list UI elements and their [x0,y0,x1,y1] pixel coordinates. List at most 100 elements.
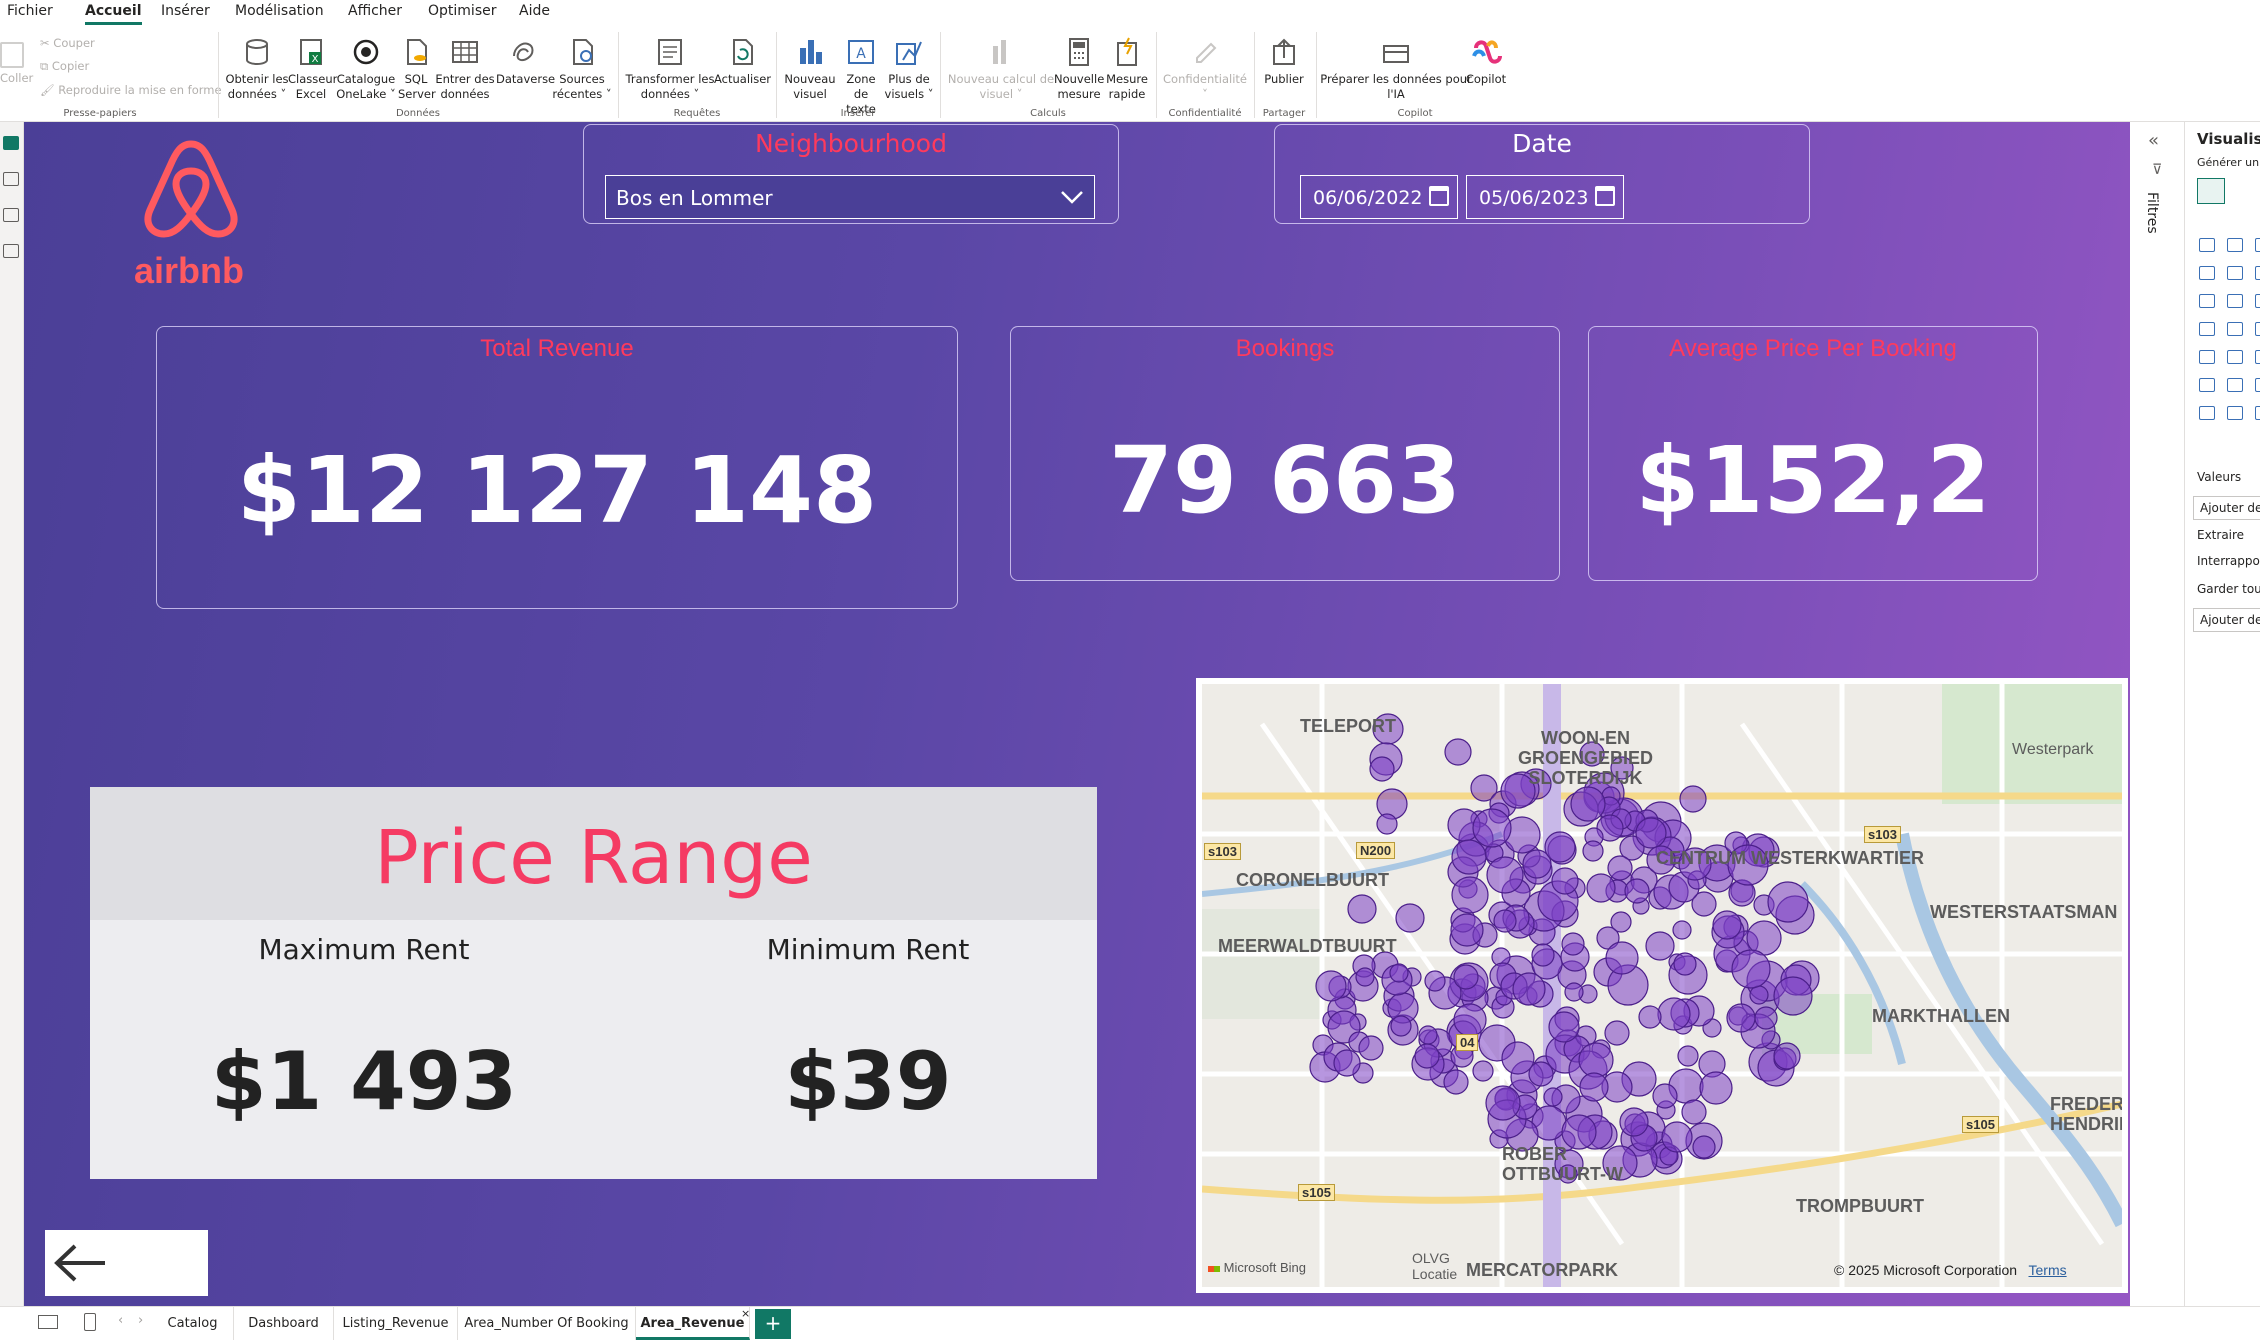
map-bubble[interactable] [1453,964,1479,990]
tab-dashboard[interactable]: Dashboard [234,1307,334,1340]
map-bubble[interactable] [1358,1035,1384,1061]
onelake-button[interactable]: Catalogue OneLake ˅ [334,36,398,102]
map-bubble[interactable] [1486,856,1524,894]
visual-type-icon[interactable] [2199,294,2215,308]
visual-type-icon[interactable] [2227,266,2243,280]
menu-fichier[interactable]: Fichier [7,3,53,19]
map-bubble[interactable] [1551,867,1579,895]
map-bubble[interactable] [1619,1107,1649,1137]
sql-server-button[interactable]: SQL Server [398,36,436,102]
copilot-button[interactable]: Copilot [1462,36,1510,87]
map-bubble[interactable] [1582,840,1604,862]
map-bubble[interactable] [1699,1071,1733,1105]
scroll-left-icon[interactable]: ‹ [118,1313,123,1328]
neighbourhood-dropdown[interactable]: Bos en Lommer [605,175,1095,219]
visual-type-icon[interactable] [2199,350,2215,364]
map-bubble[interactable] [1624,878,1650,904]
visual-type-icon[interactable] [2255,406,2260,420]
map-bubble[interactable] [1773,1042,1801,1070]
map-bubble[interactable] [1389,963,1409,983]
map-bubble[interactable] [1355,967,1375,987]
map-bubble[interactable] [1472,1060,1494,1082]
desktop-layout-icon[interactable] [38,1315,58,1329]
filters-pane-collapsed[interactable]: « ⊽ Filtres [2130,122,2185,1306]
map-bubble[interactable] [1544,831,1576,863]
map-bubble[interactable] [1543,1087,1563,1107]
card-visual-icon[interactable] [2197,178,2225,204]
map-bubble[interactable] [1578,1042,1614,1078]
menu-aide[interactable]: Aide [519,3,550,19]
calendar-icon[interactable] [1429,186,1449,206]
more-visuals-button[interactable]: Plus de visuels ˅ [884,36,934,102]
model-view-icon[interactable] [3,208,19,222]
tab-listing-revenue[interactable]: Listing_Revenue [334,1307,458,1340]
copy-button[interactable]: ⧉ Copier [40,59,89,74]
map-bubble[interactable] [1395,903,1425,933]
map-bubble[interactable] [1444,738,1472,766]
visual-type-icon[interactable] [2255,322,2260,336]
map-bubble[interactable] [1450,913,1484,947]
map-bubble[interactable] [1443,1069,1469,1095]
map-bubble[interactable] [1607,855,1633,881]
map-bubble[interactable] [1333,1049,1361,1077]
menu-afficher[interactable]: Afficher [348,3,402,19]
map-bubble[interactable] [1418,1025,1438,1045]
map-bubble[interactable] [1570,786,1606,822]
enter-data-button[interactable]: Entrer des données [434,36,496,102]
map-bubble[interactable] [1414,1043,1440,1069]
menu-inserer[interactable]: Insérer [161,3,210,19]
visual-type-icon[interactable] [2227,350,2243,364]
visual-type-icon[interactable] [2227,322,2243,336]
mobile-layout-icon[interactable] [84,1313,96,1331]
map-bubble[interactable] [1512,972,1546,1006]
excel-button[interactable]: X Classeur Excel [288,36,337,102]
collapse-icon[interactable]: « [2148,130,2159,151]
end-date-input[interactable]: 05/06/2023 [1466,175,1624,219]
report-view-icon[interactable] [3,136,19,150]
map-bubble[interactable] [1726,1003,1756,1033]
visual-type-icon[interactable] [2255,378,2260,392]
visual-type-icon[interactable] [2255,294,2260,308]
bubble-map[interactable]: TELEPORT WOON-EN GROENGEBIED SLOTERDIJK … [1196,678,2128,1293]
dax-query-icon[interactable] [3,244,19,258]
map-bubble[interactable] [1472,808,1512,848]
visual-type-icon[interactable] [2227,294,2243,308]
map-bubble[interactable] [1453,1003,1487,1037]
prepare-ai-button[interactable]: Préparer les données pour l'IA [1320,36,1472,102]
map-bubble[interactable] [1679,785,1707,813]
visual-type-icon[interactable] [2199,266,2215,280]
transform-data-button[interactable]: Transformer les données ˅ [624,36,716,102]
format-painter-button[interactable]: 🖌 Reproduire la mise en forme [40,83,222,97]
map-bubble[interactable] [1501,1041,1535,1075]
map-bubble[interactable] [1657,997,1691,1031]
visual-type-icon[interactable] [2255,266,2260,280]
scroll-right-icon[interactable]: › [138,1313,143,1328]
map-bubble[interactable] [1749,985,1769,1005]
map-bubble[interactable] [1564,982,1584,1002]
visual-type-icon[interactable] [2199,322,2215,336]
map-bubble[interactable] [1424,970,1446,992]
map-bubble[interactable] [1773,976,1813,1016]
map-bubble[interactable] [1548,1011,1580,1043]
sensitivity-button[interactable]: Confidentialité ˅ [1160,36,1250,102]
quick-measure-button[interactable]: Mesure rapide [1104,36,1150,102]
map-bubble[interactable] [1485,1085,1521,1121]
back-button[interactable] [45,1230,208,1296]
map-bubble[interactable] [1451,839,1487,875]
text-box-button[interactable]: A Zone de texte [838,36,884,117]
map-bubble[interactable] [1673,952,1697,976]
map-bubble[interactable] [1493,909,1517,933]
map-bubble[interactable] [1661,1121,1693,1153]
add-page-button[interactable]: + [755,1309,791,1339]
new-measure-button[interactable]: Nouvelle mesure [1054,36,1104,102]
map-bubble[interactable] [1376,788,1408,820]
get-data-button[interactable]: Obtenir les données ˅ [224,36,290,102]
map-bubble[interactable] [1692,1135,1716,1159]
visual-type-icon[interactable] [2199,406,2215,420]
map-bubble[interactable] [1767,881,1809,923]
cut-button[interactable]: ✂ Couper [40,36,95,50]
map-bubble[interactable] [1645,931,1675,961]
map-bubble[interactable] [1731,949,1771,989]
map-bubble[interactable] [1712,910,1742,940]
menu-modelisation[interactable]: Modélisation [235,3,324,19]
